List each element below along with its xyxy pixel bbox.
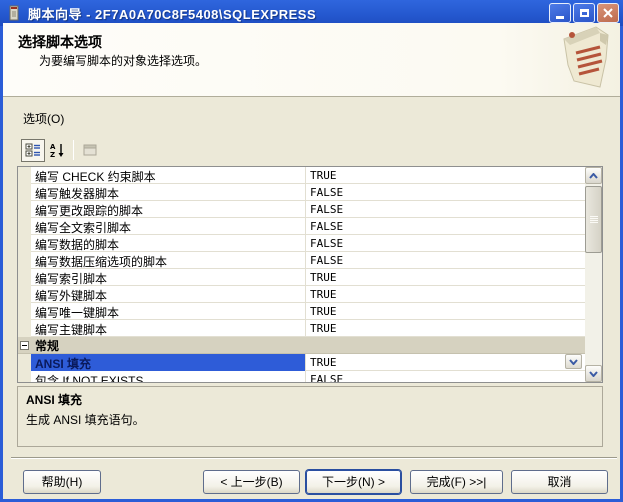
page-subtitle: 为要编写脚本的对象选择选项。 xyxy=(39,52,207,69)
maximize-icon xyxy=(580,9,589,17)
property-row[interactable]: 编写更改跟踪的脚本FALSE xyxy=(18,201,585,218)
button-separator xyxy=(11,457,617,459)
scroll-down-button[interactable] xyxy=(585,365,602,382)
options-property-grid: 编写 CHECK 约束脚本TRUE编写触发器脚本FALSE编写更改跟踪的脚本FA… xyxy=(17,166,603,383)
alphabetical-sort-icon: A Z xyxy=(49,142,65,158)
row-gutter xyxy=(18,269,31,286)
property-row[interactable]: 编写数据的脚本FALSE xyxy=(18,235,585,252)
property-row[interactable]: 编写外键脚本TRUE xyxy=(18,286,585,303)
toolbar-separator xyxy=(73,140,74,160)
property-pages-button[interactable] xyxy=(78,139,102,162)
scrollbar-thumb[interactable] xyxy=(585,186,602,253)
categorized-icon xyxy=(25,142,41,158)
property-row[interactable]: 编写数据压缩选项的脚本FALSE xyxy=(18,252,585,269)
property-value[interactable]: TRUE xyxy=(305,354,585,371)
property-row[interactable]: 编写唯一键脚本TRUE xyxy=(18,303,585,320)
property-row[interactable]: 编写全文索引脚本FALSE xyxy=(18,218,585,235)
property-value[interactable]: TRUE xyxy=(305,303,585,320)
property-value[interactable]: FALSE xyxy=(305,218,585,235)
property-name[interactable]: 编写更改跟踪的脚本 xyxy=(31,201,305,218)
back-button[interactable]: < 上一步(B) xyxy=(203,470,300,494)
value-dropdown-button[interactable] xyxy=(565,354,582,369)
script-scroll-icon xyxy=(556,25,614,91)
row-gutter xyxy=(18,371,31,382)
row-gutter xyxy=(18,167,31,184)
grid-toolbar: A Z xyxy=(21,138,102,162)
chevron-down-icon xyxy=(589,371,598,377)
property-row[interactable]: 包含 If NOT EXISTSFALSE xyxy=(18,371,585,382)
scroll-up-button[interactable] xyxy=(585,167,602,184)
property-name[interactable]: 编写外键脚本 xyxy=(31,286,305,303)
chevron-down-icon xyxy=(569,359,578,365)
collapse-icon[interactable] xyxy=(20,341,29,350)
row-gutter xyxy=(18,184,31,201)
category-row[interactable]: 常规 xyxy=(18,337,585,354)
close-icon xyxy=(603,8,613,18)
property-name[interactable]: 编写触发器脚本 xyxy=(31,184,305,201)
property-row[interactable]: 编写 CHECK 约束脚本TRUE xyxy=(18,167,585,184)
wizard-app-icon xyxy=(7,5,23,21)
property-value[interactable]: FALSE xyxy=(305,371,585,382)
page-title: 选择脚本选项 xyxy=(18,32,102,52)
row-gutter xyxy=(18,201,31,218)
property-value[interactable]: FALSE xyxy=(305,201,585,218)
property-name[interactable]: 编写 CHECK 约束脚本 xyxy=(31,167,305,184)
minimize-icon xyxy=(556,16,564,19)
property-row[interactable]: 编写触发器脚本FALSE xyxy=(18,184,585,201)
row-gutter xyxy=(18,303,31,320)
maximize-button[interactable] xyxy=(573,3,595,23)
property-value[interactable]: FALSE xyxy=(305,184,585,201)
property-name[interactable]: 包含 If NOT EXISTS xyxy=(31,371,305,382)
property-row[interactable]: 编写主键脚本TRUE xyxy=(18,320,585,337)
property-value[interactable]: TRUE xyxy=(305,167,585,184)
property-name[interactable]: 编写全文索引脚本 xyxy=(31,218,305,235)
next-button[interactable]: 下一步(N) > xyxy=(306,470,401,494)
chevron-up-icon xyxy=(589,173,598,179)
property-value[interactable]: TRUE xyxy=(305,269,585,286)
cancel-button[interactable]: 取消 xyxy=(511,470,608,494)
row-gutter xyxy=(18,320,31,337)
options-label: 选项(O) xyxy=(23,110,64,127)
description-title: ANSI 填充 xyxy=(26,391,594,408)
window-title: 脚本向导 - 2F7A0A70C8F5408\SQLEXPRESS xyxy=(28,4,316,23)
property-description-panel: ANSI 填充 生成 ANSI 填充语句。 xyxy=(17,386,603,447)
svg-text:Z: Z xyxy=(50,151,55,158)
thumb-grip-icon xyxy=(590,216,598,224)
property-name[interactable]: 编写主键脚本 xyxy=(31,320,305,337)
property-value[interactable]: TRUE xyxy=(305,320,585,337)
category-label: 常规 xyxy=(35,337,59,354)
vertical-scrollbar[interactable] xyxy=(585,167,602,382)
property-name[interactable]: 编写唯一键脚本 xyxy=(31,303,305,320)
categorized-button[interactable] xyxy=(21,139,45,162)
row-gutter xyxy=(18,286,31,303)
wizard-header: 选择脚本选项 为要编写脚本的对象选择选项。 xyxy=(3,23,620,97)
property-value[interactable]: FALSE xyxy=(305,235,585,252)
property-row[interactable]: 编写索引脚本TRUE xyxy=(18,269,585,286)
property-pages-icon xyxy=(82,142,98,158)
finish-button[interactable]: 完成(F) >>| xyxy=(410,470,503,494)
property-row[interactable]: ANSI 填充TRUE xyxy=(18,354,585,371)
row-gutter xyxy=(18,235,31,252)
row-gutter xyxy=(18,354,31,371)
property-name[interactable]: 编写索引脚本 xyxy=(31,269,305,286)
property-name[interactable]: ANSI 填充 xyxy=(31,354,305,371)
description-text: 生成 ANSI 填充语句。 xyxy=(26,411,594,428)
property-value[interactable]: FALSE xyxy=(305,252,585,269)
help-button[interactable]: 帮助(H) xyxy=(23,470,101,494)
row-gutter xyxy=(18,252,31,269)
svg-text:A: A xyxy=(50,143,56,151)
property-value[interactable]: TRUE xyxy=(305,286,585,303)
minimize-button[interactable] xyxy=(549,3,571,23)
property-name[interactable]: 编写数据的脚本 xyxy=(31,235,305,252)
close-button[interactable] xyxy=(597,3,619,23)
row-gutter xyxy=(18,218,31,235)
alphabetical-sort-button[interactable]: A Z xyxy=(45,139,69,162)
property-name[interactable]: 编写数据压缩选项的脚本 xyxy=(31,252,305,269)
property-grid-rows: 编写 CHECK 约束脚本TRUE编写触发器脚本FALSE编写更改跟踪的脚本FA… xyxy=(18,167,585,382)
script-wizard-dialog: 脚本向导 - 2F7A0A70C8F5408\SQLEXPRESS 选择脚本选项… xyxy=(0,0,623,502)
